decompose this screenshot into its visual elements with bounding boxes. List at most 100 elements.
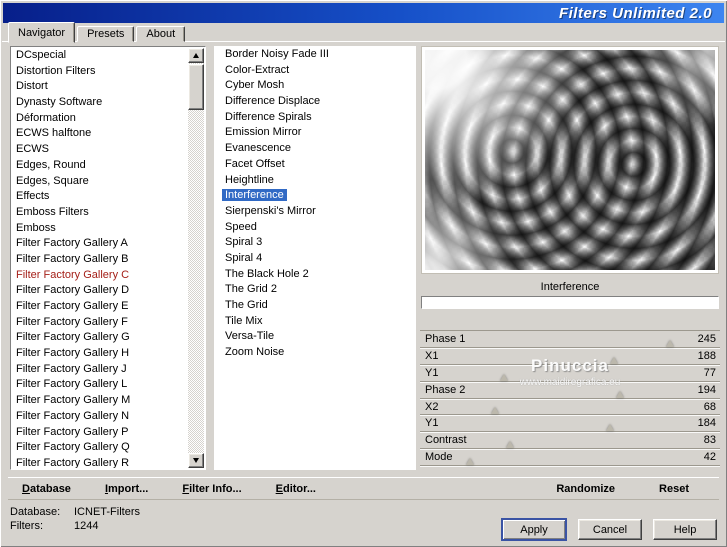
filter-item[interactable]: Difference Displace (215, 94, 415, 110)
category-item-label: Emboss (16, 221, 56, 234)
filter-item[interactable]: Sierpenski's Mirror (215, 204, 415, 220)
tab-about[interactable]: About (136, 26, 186, 42)
preview-box (421, 46, 719, 274)
category-scrollbar[interactable] (188, 48, 204, 468)
category-item[interactable]: Filter Factory Gallery E (12, 299, 188, 315)
category-item[interactable]: Emboss Filters (12, 205, 188, 221)
database-button[interactable]: Database (22, 483, 71, 495)
category-item-label: Filter Factory Gallery H (16, 347, 130, 360)
category-item[interactable]: Filter Factory Gallery R (12, 456, 188, 468)
param-value: 68 (703, 400, 716, 413)
param-row: Y1 77 (420, 365, 720, 382)
filter-item[interactable]: The Grid 2 (215, 282, 415, 298)
filter-item[interactable]: Color-Extract (215, 63, 415, 79)
filter-item[interactable]: Speed (215, 220, 415, 236)
category-item[interactable]: DCspecial (12, 48, 188, 64)
category-item[interactable]: Filter Factory Gallery H (12, 346, 188, 362)
tab-presets[interactable]: Presets (77, 26, 135, 42)
filter-info-button[interactable]: Filter Info... (182, 483, 241, 495)
slider-thumb[interactable] (609, 356, 618, 364)
filter-item[interactable]: Versa-Tile (215, 329, 415, 345)
category-item[interactable]: Edges, Square (12, 174, 188, 190)
titlebar: Filters Unlimited 2.0 (3, 3, 724, 23)
category-item[interactable]: Filter Factory Gallery G (12, 330, 188, 346)
category-item[interactable]: Filter Factory Gallery J (12, 362, 188, 378)
scroll-down-button[interactable] (188, 453, 204, 468)
category-item[interactable]: Filter Factory Gallery M (12, 393, 188, 409)
category-item[interactable]: Effects (12, 189, 188, 205)
category-item[interactable]: Filter Factory Gallery L (12, 377, 188, 393)
param-row: X1 188 (420, 348, 720, 365)
filter-item[interactable]: Cyber Mosh (215, 78, 415, 94)
category-item-label: DCspecial (16, 49, 67, 61)
slider-thumb[interactable] (605, 424, 614, 432)
filter-item[interactable]: Zoom Noise (215, 345, 415, 361)
filter-item[interactable]: Interference (215, 188, 415, 204)
tab-navigator[interactable]: Navigator (8, 22, 76, 43)
filter-item[interactable]: Evanescence (215, 141, 415, 157)
category-item[interactable]: Filter Factory Gallery D (12, 283, 188, 299)
category-item[interactable]: ECWS halftone (12, 126, 188, 142)
param-label: Phase 2 (425, 383, 466, 396)
filter-item[interactable]: Difference Spirals (215, 110, 415, 126)
category-item-label: Filter Factory Gallery P (16, 425, 129, 438)
category-item[interactable]: Distort (12, 79, 188, 95)
scroll-up-button[interactable] (188, 48, 204, 63)
category-item-label: Effects (16, 190, 50, 203)
param-value: 188 (697, 349, 716, 362)
filter-item-label: Versa-Tile (225, 330, 275, 343)
apply-button[interactable]: Apply (501, 518, 567, 541)
category-item[interactable]: Filter Factory Gallery B (12, 252, 188, 268)
category-item[interactable]: Filter Factory Gallery F (12, 315, 188, 331)
reset-button[interactable]: Reset (659, 483, 689, 495)
category-item[interactable]: Filter Factory Gallery A (12, 236, 188, 252)
param-row: X2 68 (420, 399, 720, 416)
category-item-label: Filter Factory Gallery J (16, 362, 127, 375)
param-label: Mode (425, 451, 453, 464)
arrow-down-icon (193, 458, 199, 463)
slider-thumb[interactable] (465, 458, 474, 466)
slider-thumb[interactable] (500, 373, 509, 381)
slider-thumb[interactable] (615, 390, 624, 398)
filter-item[interactable]: Heightline (215, 173, 415, 189)
category-item[interactable]: Filter Factory Gallery N (12, 409, 188, 425)
category-item-label: Distortion Filters (16, 64, 96, 77)
slider-thumb[interactable] (666, 339, 675, 347)
category-item[interactable]: Déformation (12, 111, 188, 127)
status-database-value: ICNET-Filters (74, 506, 140, 518)
filter-item[interactable]: Spiral 3 (215, 235, 415, 251)
filter-item[interactable]: Facet Offset (215, 157, 415, 173)
category-item[interactable]: Dynasty Software (12, 95, 188, 111)
filter-item[interactable]: Border Noisy Fade III (215, 47, 415, 63)
slider-thumb[interactable] (491, 407, 500, 415)
category-item[interactable]: Distortion Filters (12, 64, 188, 80)
filter-item[interactable]: The Black Hole 2 (215, 267, 415, 283)
editor-button[interactable]: Editor... (276, 483, 316, 495)
category-item-label: Filter Factory Gallery M (16, 394, 131, 407)
filter-item-label: Facet Offset (225, 157, 285, 170)
randomize-button[interactable]: Randomize (556, 483, 615, 495)
filter-item-label: Tile Mix (225, 314, 263, 327)
slider-thumb[interactable] (506, 441, 515, 449)
category-item[interactable]: ECWS (12, 142, 188, 158)
filter-items: Border Noisy Fade III Color-Extract Cyber … (215, 47, 415, 469)
param-label: X2 (425, 400, 439, 413)
filter-item-label: Cyber Mosh (225, 79, 285, 92)
scroll-thumb[interactable] (188, 64, 204, 110)
category-item[interactable]: Filter Factory Gallery Q (12, 440, 188, 456)
filter-item-label: Border Noisy Fade III (225, 48, 329, 60)
category-item[interactable]: Filter Factory Gallery C (12, 268, 188, 284)
category-item[interactable]: Edges, Round (12, 158, 188, 174)
import-button[interactable]: Import... (105, 483, 148, 495)
category-item-label: Edges, Round (16, 158, 86, 171)
filter-item[interactable]: Tile Mix (215, 314, 415, 330)
help-button[interactable]: Help (653, 519, 717, 540)
filter-item[interactable]: The Grid (215, 298, 415, 314)
filter-item[interactable]: Spiral 4 (215, 251, 415, 267)
status-filters-row: Filters: 1244 (10, 519, 140, 533)
filter-item[interactable]: Emission Mirror (215, 125, 415, 141)
category-item[interactable]: Filter Factory Gallery P (12, 425, 188, 441)
cancel-button[interactable]: Cancel (578, 519, 642, 540)
category-item[interactable]: Emboss (12, 221, 188, 237)
preview-fade (425, 50, 715, 270)
